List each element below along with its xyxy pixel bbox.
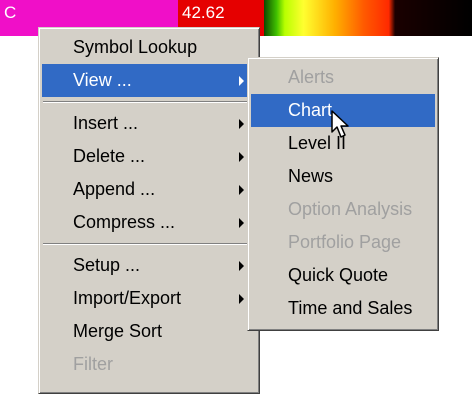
arrow-pointer-icon bbox=[331, 110, 349, 138]
menu-item-filter: Filter bbox=[42, 348, 256, 381]
menu-item-symbol-lookup[interactable]: Symbol Lookup bbox=[42, 31, 256, 64]
menu-item-merge-sort[interactable]: Merge Sort bbox=[42, 315, 256, 348]
submenu-item-option-analysis: Option Analysis bbox=[251, 193, 435, 226]
submenu-item-quick-quote[interactable]: Quick Quote bbox=[251, 259, 435, 292]
submenu-arrow-icon bbox=[239, 185, 244, 195]
menu-item-label: Append ... bbox=[73, 179, 156, 199]
submenu-arrow-icon bbox=[239, 76, 244, 86]
menu-item-label: Time and Sales bbox=[288, 298, 413, 318]
submenu-item-portfolio-page: Portfolio Page bbox=[251, 226, 435, 259]
submenu-arrow-icon bbox=[239, 294, 244, 304]
menu-item-label: Option Analysis bbox=[288, 199, 413, 219]
menu-item-label: Insert ... bbox=[73, 113, 139, 133]
submenu-item-news[interactable]: News bbox=[251, 160, 435, 193]
menu-item-view[interactable]: View ... bbox=[42, 64, 256, 97]
menu-item-label: Delete ... bbox=[73, 146, 146, 166]
menu-item-label: Portfolio Page bbox=[288, 232, 402, 252]
submenu-arrow-icon bbox=[239, 218, 244, 228]
menu-separator bbox=[42, 97, 256, 107]
menu-item-label: Compress ... bbox=[73, 212, 176, 232]
menu-item-import-export[interactable]: Import/Export bbox=[42, 282, 256, 315]
menu-item-setup[interactable]: Setup ... bbox=[42, 249, 256, 282]
submenu-item-alerts: Alerts bbox=[251, 61, 435, 94]
heat-map-cell bbox=[264, 0, 472, 36]
menu-item-label: Symbol Lookup bbox=[73, 37, 198, 57]
menu-item-label: Import/Export bbox=[73, 288, 182, 308]
menu-item-insert[interactable]: Insert ... bbox=[42, 107, 256, 140]
submenu-arrow-icon bbox=[239, 261, 244, 271]
menu-item-label: Alerts bbox=[288, 67, 335, 87]
menu-item-label: Quick Quote bbox=[288, 265, 389, 285]
submenu-item-time-and-sales[interactable]: Time and Sales bbox=[251, 292, 435, 325]
submenu-arrow-icon bbox=[239, 152, 244, 162]
menu-item-label: Setup ... bbox=[73, 255, 141, 275]
menu-item-append[interactable]: Append ... bbox=[42, 173, 256, 206]
menu-item-label: Filter bbox=[73, 354, 113, 374]
view-submenu: Alerts Chart Level II News Option Analys… bbox=[247, 57, 439, 331]
menu-item-label: Chart bbox=[288, 100, 333, 120]
menu-item-label: Merge Sort bbox=[73, 321, 163, 341]
menu-item-delete[interactable]: Delete ... bbox=[42, 140, 256, 173]
menu-separator bbox=[42, 239, 256, 249]
context-menu: Symbol Lookup View ... Insert ... Delete… bbox=[38, 27, 260, 394]
menu-item-label: News bbox=[288, 166, 334, 186]
menu-item-label: View ... bbox=[73, 70, 132, 90]
submenu-arrow-icon bbox=[239, 119, 244, 129]
menu-item-compress[interactable]: Compress ... bbox=[42, 206, 256, 239]
